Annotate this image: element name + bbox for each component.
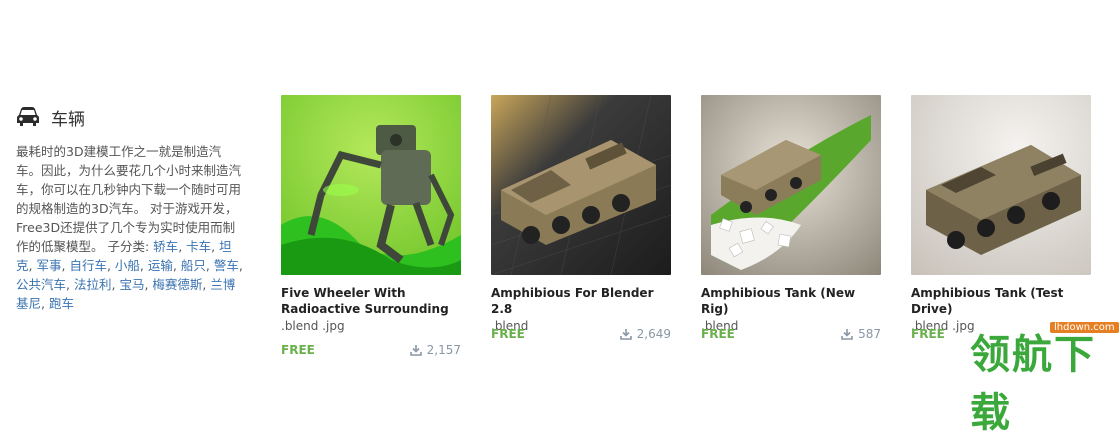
subcategory-separator: , <box>172 258 181 273</box>
price-badge: FREE <box>491 327 525 341</box>
subcategory-link[interactable]: 梅赛德斯 <box>152 277 202 292</box>
price-badge: FREE <box>281 343 315 357</box>
subcategory-link[interactable]: 警车 <box>214 258 239 273</box>
model-card[interactable]: Amphibious For Blender 2.8 .blend FREE 2… <box>491 95 671 341</box>
download-count-value: 2,157 <box>426 343 461 357</box>
model-footer: FREE 2,649 <box>491 327 671 341</box>
download-count: 587 <box>841 327 881 341</box>
download-icon <box>409 345 422 356</box>
category-description: 最耗时的3D建模工作之一就是制造汽车。因此，为什么要花几个小时来制造汽车，你可以… <box>16 142 244 313</box>
watermark-text: 领航下载 <box>970 332 1096 436</box>
subcategory-separator: , <box>178 239 187 254</box>
model-title[interactable]: Amphibious Tank (New Rig) <box>701 285 881 317</box>
model-card[interactable]: Five Wheeler With Radioactive Surroundin… <box>281 95 461 357</box>
download-count: 2,649 <box>619 327 671 341</box>
car-icon <box>17 107 39 126</box>
model-thumbnail[interactable] <box>701 95 881 275</box>
subcategory-separator: , <box>41 296 49 311</box>
subcategory-separator: , <box>139 258 148 273</box>
subcategory-separator: , <box>106 258 115 273</box>
download-icon <box>619 329 632 340</box>
model-footer: FREE 2,157 <box>281 343 461 357</box>
price-badge: FREE <box>701 327 735 341</box>
description-text: 最耗时的3D建模工作之一就是制造汽车。因此，为什么要花几个小时来制造汽车，你可以… <box>16 144 242 254</box>
subcategory-link[interactable]: 公共汽车 <box>16 277 66 292</box>
model-thumbnail[interactable] <box>281 95 461 275</box>
subcategory-separator: , <box>205 258 214 273</box>
download-count-value: 587 <box>858 327 881 341</box>
watermark-url: lhdown.com <box>1050 322 1119 333</box>
subcategory-link[interactable]: 法拉利 <box>74 277 112 292</box>
category-header: 车辆 <box>16 102 248 132</box>
download-count: 2,157 <box>409 343 461 357</box>
subcategory-link[interactable]: 宝马 <box>119 277 144 292</box>
model-formats: .blend .jpg <box>281 319 345 333</box>
model-footer: FREE 587 <box>701 327 881 341</box>
subcategory-link[interactable]: 轿车 <box>153 239 178 254</box>
subcategory-separator: , <box>238 258 243 273</box>
subcategory-link[interactable]: 船只 <box>181 258 206 273</box>
subcategory-link[interactable]: 军事 <box>36 258 61 273</box>
subcategory-link[interactable]: 运输 <box>148 258 173 273</box>
subcategory-separator: , <box>211 239 220 254</box>
subcategory-link[interactable]: 卡车 <box>186 239 211 254</box>
model-title[interactable]: Five Wheeler With Radioactive Surroundin… <box>281 285 461 317</box>
category-title: 车辆 <box>51 109 85 130</box>
model-card[interactable]: Amphibious Tank (Test Drive) .blend .jpg… <box>911 95 1091 341</box>
model-title[interactable]: Amphibious For Blender 2.8 <box>491 285 671 317</box>
category-sidebar: 车辆 最耗时的3D建模工作之一就是制造汽车。因此，为什么要花几个小时来制造汽车，… <box>16 102 248 313</box>
subcategory-link[interactable]: 自行车 <box>69 258 107 273</box>
download-count-value: 2,649 <box>636 327 671 341</box>
subcategory-separator: , <box>66 277 74 292</box>
model-thumbnail[interactable] <box>491 95 671 275</box>
subcategory-link[interactable]: 小船 <box>115 258 140 273</box>
site-watermark: 领航下载 lhdown.com <box>938 320 1119 436</box>
model-title[interactable]: Amphibious Tank (Test Drive) <box>911 285 1091 317</box>
model-thumbnail[interactable] <box>911 95 1091 275</box>
model-card[interactable]: Amphibious Tank (New Rig) .blend FREE 58… <box>701 95 881 341</box>
subcategory-link[interactable]: 跑车 <box>49 296 74 311</box>
download-icon <box>841 329 853 340</box>
